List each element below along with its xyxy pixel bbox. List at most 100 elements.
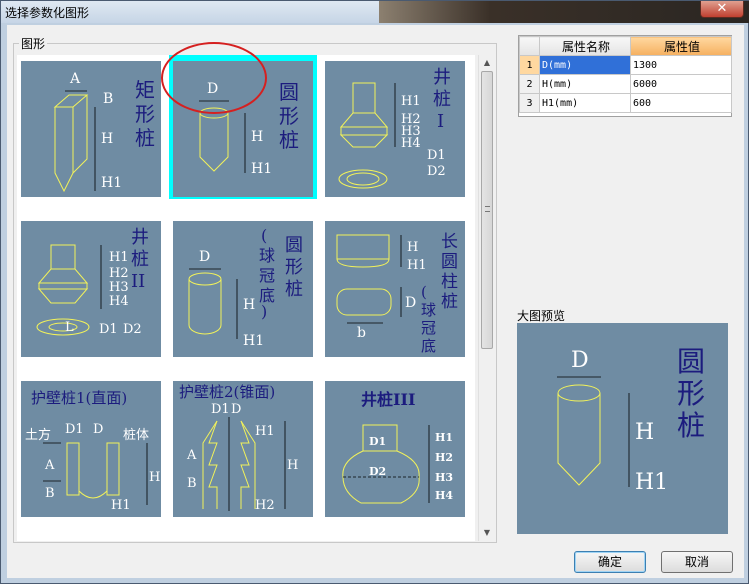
title-bar[interactable]: 选择参数化图形 ✕ bbox=[1, 1, 749, 23]
property-name[interactable]: H1(mm) bbox=[539, 93, 631, 113]
shape-item-oblong-pile-dome[interactable]: 长 圆 柱 桩 ( 球 冠 底 H H1 D b bbox=[321, 215, 469, 359]
dim-label: H2 bbox=[435, 451, 453, 464]
property-row[interactable]: 1 D(mm) 1300 bbox=[519, 55, 732, 75]
dim-label: B bbox=[103, 91, 113, 107]
annotation-circle bbox=[161, 42, 267, 114]
dim-label: D1 bbox=[99, 322, 118, 337]
close-button[interactable]: ✕ bbox=[700, 1, 744, 18]
caption-char: 矩 bbox=[135, 78, 155, 102]
caption-char: 长 bbox=[441, 232, 458, 252]
shape-thumbnail: 护壁桩2(锥面) D1 D H1 A H B H2 bbox=[173, 381, 313, 517]
gallery-scrollbar[interactable]: ▲ ▼ bbox=[478, 55, 494, 541]
property-value[interactable]: 6000 bbox=[630, 74, 732, 94]
shape-thumbnail: 护壁桩1(直面) 土方 D1 D 桩体 A B H H1 bbox=[21, 381, 161, 517]
dim-label: 桩体 bbox=[123, 428, 149, 443]
row-number: 2 bbox=[519, 74, 540, 94]
shape-item-rect-pile[interactable]: 矩 形 桩 A B H H1 bbox=[17, 55, 165, 199]
cancel-button[interactable]: 取消 bbox=[661, 551, 733, 573]
caption-char: II bbox=[131, 271, 145, 292]
caption-char: 桩 bbox=[285, 279, 303, 300]
dim-label: 土方 bbox=[25, 427, 51, 443]
shape-item-well-pile-3[interactable]: 井桩III D1 D2 H1 H2 H3 H4 bbox=[321, 375, 469, 519]
caption-char: 桩 bbox=[279, 128, 299, 152]
dim-label: H2 bbox=[109, 266, 129, 281]
wall-pile-1-diagram: 护壁桩1(直面) 土方 D1 D 桩体 A B H H1 bbox=[25, 389, 160, 513]
shape-item-well-pile-2[interactable]: 井 桩 II H1 H2 H3 H4 L D1 D2 bbox=[17, 215, 165, 359]
dim-label: A bbox=[69, 71, 81, 87]
property-value[interactable]: 600 bbox=[630, 93, 732, 113]
dim-label: D bbox=[571, 348, 589, 373]
round-pile-dome-diagram: 圆 形 桩 ( 球 冠 底 ) D H H1 bbox=[188, 226, 303, 349]
dim-label: H1 bbox=[407, 258, 427, 273]
dim-label: H bbox=[251, 129, 263, 145]
dim-label: b bbox=[357, 325, 366, 341]
caption-char: 球 bbox=[421, 301, 436, 319]
column-header-name[interactable]: 属性名称 bbox=[539, 36, 631, 56]
dim-label: H1 bbox=[111, 498, 131, 513]
dim-label: D bbox=[199, 249, 210, 265]
caption-char: 桩 bbox=[131, 249, 149, 270]
caption-char: 形 bbox=[285, 257, 303, 278]
preview-diagram: 圆 形 桩 D H H1 bbox=[557, 345, 705, 495]
dim-label: D2 bbox=[123, 322, 142, 337]
caption-char: 柱 bbox=[441, 272, 458, 292]
caption-char: 井 bbox=[131, 227, 149, 248]
property-value[interactable]: 1300 bbox=[630, 55, 732, 75]
dim-label: D2 bbox=[369, 465, 386, 478]
ok-button[interactable]: 确定 bbox=[574, 551, 646, 573]
property-grid[interactable]: 属性名称 属性值 1 D(mm) 1300 2 H(mm) 6000 3 H1(… bbox=[518, 35, 732, 117]
caption-char: 形 bbox=[677, 377, 705, 410]
dim-label: H bbox=[243, 297, 255, 313]
shape-thumbnail: 圆 形 桩 ( 球 冠 底 ) D H H1 bbox=[173, 221, 313, 357]
column-header-value[interactable]: 属性值 bbox=[630, 36, 732, 56]
dim-label: A bbox=[186, 448, 197, 463]
caption-char: 冠 bbox=[259, 266, 275, 285]
caption-char: 桩 bbox=[441, 292, 458, 312]
caption-char: ( bbox=[261, 226, 267, 245]
caption-char: I bbox=[437, 111, 444, 132]
dim-label: H1 bbox=[255, 424, 275, 439]
shape-thumbnail: 井 桩 II H1 H2 H3 H4 L D1 D2 bbox=[21, 221, 161, 357]
dim-label: A bbox=[44, 458, 55, 473]
shape-item-well-pile-1[interactable]: 井 桩 I H1 H2 H3 H4 D1 D2 bbox=[321, 55, 469, 199]
property-name[interactable]: H(mm) bbox=[539, 74, 631, 94]
shape-item-wall-pile-1[interactable]: 护壁桩1(直面) 土方 D1 D 桩体 A B H H1 bbox=[17, 375, 165, 519]
shape-gallery[interactable]: 矩 形 桩 A B H H1 圆 形 桩 D H H1 井 桩 I H1 H2 … bbox=[17, 55, 475, 541]
caption-char: 形 bbox=[279, 104, 299, 128]
caption-char: 形 bbox=[135, 102, 155, 126]
well-pile-1-diagram: 井 桩 I H1 H2 H3 H4 D1 D2 bbox=[338, 67, 451, 189]
caption-char: 球 bbox=[259, 246, 275, 265]
wall-pile-2-diagram: 护壁桩2(锥面) D1 D H1 A H B H2 bbox=[179, 383, 298, 513]
row-number: 3 bbox=[519, 93, 540, 113]
dim-label: H bbox=[635, 420, 654, 445]
dim-label: H3 bbox=[109, 280, 129, 295]
dim-label: H1 bbox=[243, 333, 264, 349]
dim-label: H3 bbox=[435, 471, 453, 484]
dim-label: H1 bbox=[401, 94, 421, 109]
scroll-down-icon[interactable]: ▼ bbox=[479, 525, 495, 541]
property-name[interactable]: D(mm) bbox=[539, 55, 631, 75]
dim-label: H bbox=[101, 131, 113, 147]
shape-thumbnail: 井 桩 I H1 H2 H3 H4 D1 D2 bbox=[325, 61, 465, 197]
dim-label: H bbox=[149, 470, 160, 485]
caption-char: 圆 bbox=[441, 252, 458, 272]
shape-item-wall-pile-2[interactable]: 护壁桩2(锥面) D1 D H1 A H B H2 bbox=[169, 375, 317, 519]
property-row[interactable]: 3 H1(mm) 600 bbox=[519, 93, 732, 113]
caption-char: 桩 bbox=[677, 409, 705, 442]
dialog-window: 选择参数化图形 ✕ 图形 矩 形 桩 A B H H1 圆 形 桩 D H H1… bbox=[0, 0, 749, 584]
grid-header-row: 属性名称 属性值 bbox=[519, 36, 732, 56]
scrollbar-thumb[interactable] bbox=[481, 71, 493, 349]
well-pile-2-diagram: 井 桩 II H1 H2 H3 H4 L D1 D2 bbox=[36, 227, 149, 337]
property-row[interactable]: 2 H(mm) 6000 bbox=[519, 74, 732, 94]
dim-label: H1 bbox=[109, 250, 129, 265]
caption-char: 冠 bbox=[421, 319, 436, 337]
caption-char: 桩 bbox=[135, 126, 155, 150]
shape-item-round-pile-dome[interactable]: 圆 形 桩 ( 球 冠 底 ) D H H1 bbox=[169, 215, 317, 359]
dim-label: H4 bbox=[401, 136, 421, 151]
dim-label: D1 bbox=[211, 402, 230, 417]
preview-label: 大图预览 bbox=[517, 309, 566, 323]
scroll-up-icon[interactable]: ▲ bbox=[479, 55, 495, 71]
dim-label: B bbox=[187, 476, 197, 491]
caption-char: 圆 bbox=[279, 80, 299, 104]
caption-char: ) bbox=[261, 302, 267, 321]
